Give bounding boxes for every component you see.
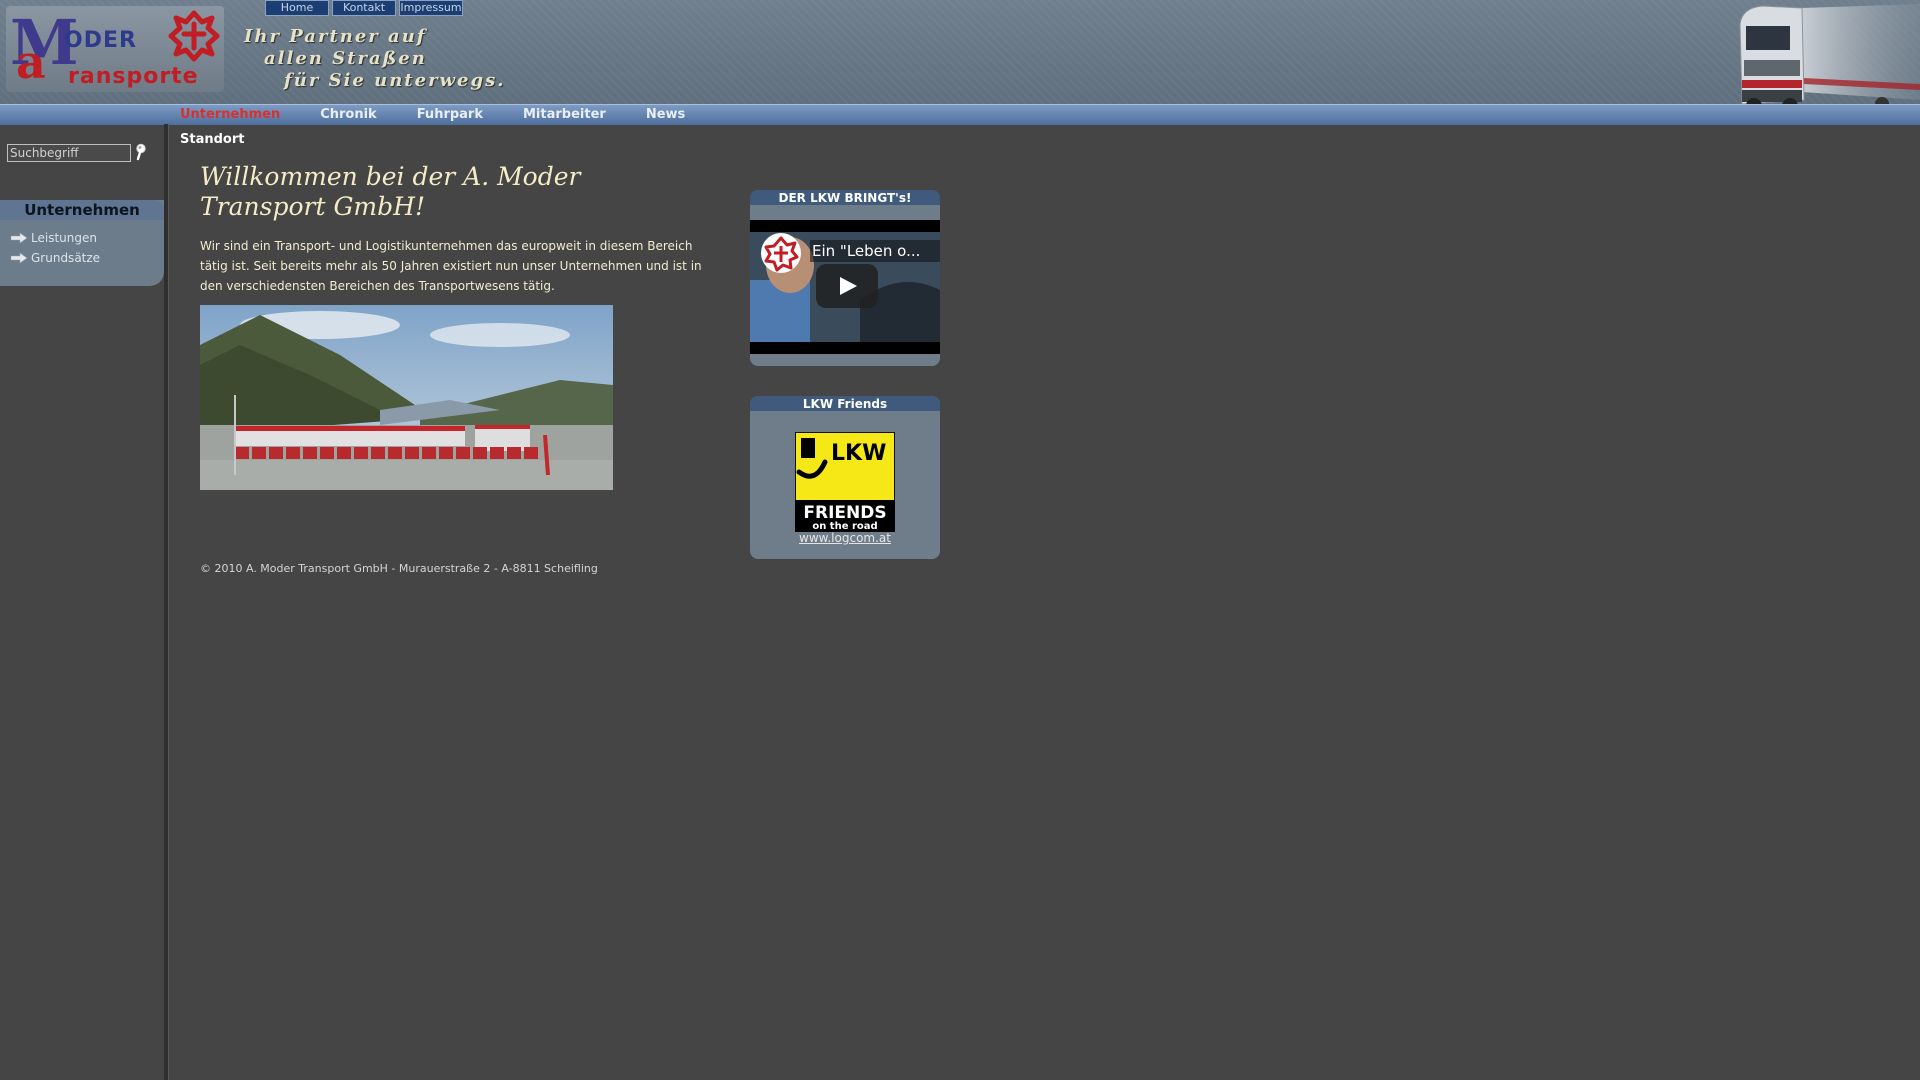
sidebar-item-grundsaetze[interactable]: Grundsätze (10, 248, 164, 268)
top-link-impressum[interactable]: Impressum (399, 0, 463, 16)
company-logo[interactable]: M a ODER ransporte (6, 6, 224, 92)
logcom-link[interactable]: www.logcom.at (750, 531, 940, 545)
logo-text-moder: ODER (64, 28, 137, 53)
logo-emblem-icon (168, 10, 220, 62)
sub-nav: Standort (180, 128, 244, 147)
sidebar-divider (164, 124, 169, 1080)
sidebar-title: Unternehmen (0, 200, 164, 220)
search-input[interactable] (7, 144, 131, 162)
page-title-line: Transport GmbH! (200, 192, 425, 221)
lkw-friends-title: LKW Friends (750, 396, 940, 411)
sidebar-panel: Unternehmen Leistungen Grundsätze (0, 200, 164, 286)
lkw-friends-logo[interactable]: LKW FRIENDS on the road (795, 432, 895, 532)
magnifier-icon[interactable] (134, 143, 148, 161)
copyright-footer: © 2010 A. Moder Transport GmbH - Murauer… (200, 562, 598, 575)
nav-item-news[interactable]: News (646, 107, 685, 123)
nav-item-mitarbeiter[interactable]: Mitarbeiter (523, 107, 606, 123)
top-links: Home Kontakt Impressum (265, 0, 463, 16)
slogan-line: für Sie unterwegs. (284, 70, 506, 91)
page-title: Willkommen bei der A. Moder Transport Gm… (200, 162, 620, 222)
channel-avatar-icon[interactable] (760, 232, 802, 274)
video-title: Ein "Leben o... (812, 242, 920, 260)
slogan-line: Ihr Partner auf (244, 26, 427, 47)
lkw-logo-text: FRIENDS (803, 503, 886, 523)
sidebar-item-label: Grundsätze (31, 251, 101, 265)
nav-item-fuhrpark[interactable]: Fuhrpark (417, 107, 483, 123)
slogan-line: allen Straßen (264, 48, 427, 69)
site-header: M a ODER ransporte Home Kontakt Impressu… (0, 0, 1920, 114)
lkw-logo-text: LKW (831, 441, 886, 466)
top-link-kontakt[interactable]: Kontakt (332, 0, 396, 16)
company-site-photo (200, 305, 613, 490)
intro-text: Wir sind ein Transport- und Logistikunte… (200, 239, 702, 293)
logo-text-transporte: ransporte (68, 64, 199, 89)
sidebar-item-label: Leistungen (31, 231, 97, 245)
top-link-home[interactable]: Home (265, 0, 329, 16)
truck-image (1739, 4, 1920, 114)
main-nav: Unternehmen Chronik Fuhrpark Mitarbeiter… (180, 107, 725, 123)
slogan: Ihr Partner auf allen Straßen für Sie un… (244, 26, 506, 92)
sidebar-item-leistungen[interactable]: Leistungen (10, 228, 164, 248)
video-box: DER LKW BRINGT's! Ein "Leben o... (750, 190, 940, 366)
arrow-right-icon (10, 252, 28, 264)
play-icon[interactable] (816, 264, 878, 308)
video-box-title: DER LKW BRINGT's! (750, 190, 940, 205)
page-title-line: Willkommen bei der A. Moder (200, 162, 581, 191)
arrow-right-icon (10, 232, 28, 244)
lkw-friends-box: LKW Friends LKW FRIENDS on the road www.… (750, 396, 940, 559)
nav-item-chronik[interactable]: Chronik (320, 107, 377, 123)
sub-nav-item-standort[interactable]: Standort (180, 132, 244, 147)
video-player[interactable]: Ein "Leben o... (750, 220, 940, 354)
logo-letter-a: a (16, 35, 46, 89)
nav-item-unternehmen[interactable]: Unternehmen (180, 107, 280, 123)
